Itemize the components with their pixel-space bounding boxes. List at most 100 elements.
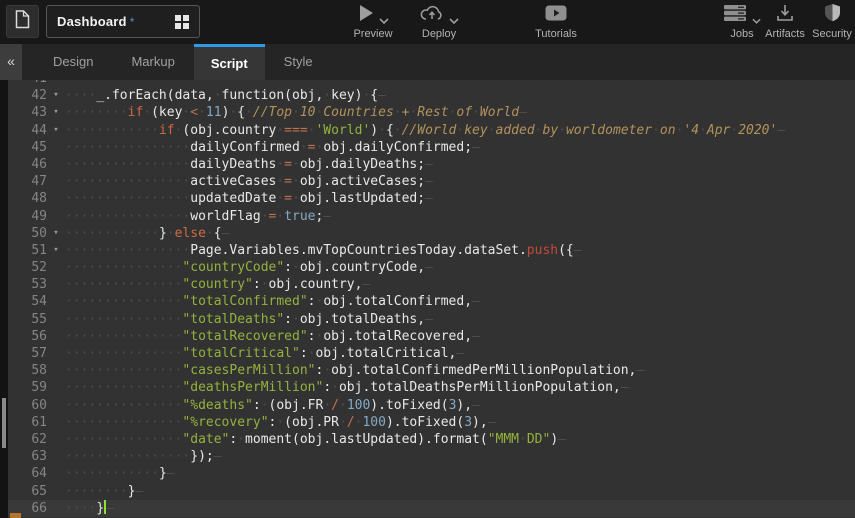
deploy-button[interactable]: Deploy	[408, 4, 470, 40]
chevron-down-icon[interactable]	[379, 11, 389, 29]
tab-script[interactable]: Script	[194, 44, 265, 80]
fold-gutter	[47, 156, 65, 173]
code-line[interactable]: 66····}–	[8, 500, 855, 517]
fold-gutter	[47, 465, 65, 482]
server-stack-icon	[723, 4, 747, 27]
code-line[interactable]: 42▾····_.forEach(data,·function(obj,·key…	[8, 87, 855, 104]
code-line[interactable]: 44▾············if·(obj.country·===·'Worl…	[8, 122, 855, 139]
code-text: ···············"deathsPerMillion":·obj.t…	[65, 379, 855, 396]
line-number: 61	[8, 414, 47, 431]
code-text: –	[65, 80, 855, 87]
code-line[interactable]: 52···············"countryCode":·obj.coun…	[8, 259, 855, 276]
code-line[interactable]: 54···············"totalConfirmed":·obj.t…	[8, 293, 855, 310]
line-number: 54	[8, 293, 47, 310]
jobs-button[interactable]: Jobs	[720, 4, 764, 40]
code-text: ················dailyConfirmed·=·obj.dai…	[65, 139, 855, 156]
document-icon	[15, 10, 30, 34]
top-toolbar: Dashboard * Preview Deploy	[0, 0, 855, 44]
fold-gutter	[47, 259, 65, 276]
tutorials-button[interactable]: Tutorials	[528, 4, 584, 40]
line-number: 42	[8, 87, 47, 104]
line-number: 48	[8, 190, 47, 207]
code-text: ············if·(obj.country·===·'World')…	[65, 122, 855, 139]
script-code-editor[interactable]: 41–42▾····_.forEach(data,·function(obj,·…	[0, 80, 855, 518]
tab-design[interactable]: Design	[34, 44, 112, 80]
line-number: 46	[8, 156, 47, 173]
line-number: 62	[8, 431, 47, 448]
code-text: ····_.forEach(data,·function(obj,·key)·{…	[65, 87, 855, 104]
code-line[interactable]: 65········}–	[8, 483, 855, 500]
grid-icon[interactable]	[175, 15, 189, 29]
fold-toggle-icon[interactable]: ▾	[47, 225, 65, 242]
tab-style[interactable]: Style	[265, 44, 332, 80]
fold-gutter	[47, 80, 65, 87]
line-number: 64	[8, 465, 47, 482]
fold-gutter	[47, 397, 65, 414]
code-text: ···············"totalCritical":·obj.tota…	[65, 345, 855, 362]
code-line[interactable]: 50▾············}·else·{–	[8, 225, 855, 242]
code-line[interactable]: 60···············"%deaths":·(obj.FR·/·10…	[8, 397, 855, 414]
code-text: ····}–	[65, 500, 855, 517]
line-number: 50	[8, 225, 47, 242]
line-number: 63	[8, 448, 47, 465]
code-line[interactable]: 49 ················worldFlag·=·true;–	[8, 208, 855, 225]
code-line[interactable]: 51▾················Page.Variables.mvTopC…	[8, 242, 855, 259]
line-number: 47	[8, 173, 47, 190]
fold-toggle-icon[interactable]: ▾	[47, 242, 65, 259]
fold-gutter	[47, 379, 65, 396]
fold-gutter	[47, 448, 65, 465]
code-line[interactable]: 57 ···············"totalCritical":·obj.to…	[8, 345, 855, 362]
code-text: ········if·(key·<·11)·{·//Top·10·Countri…	[65, 104, 855, 121]
code-text: ···············"country":·obj.country,–	[65, 276, 855, 293]
code-line[interactable]: 43▾········if·(key·<·11)·{·//Top·10·Coun…	[8, 104, 855, 121]
fold-toggle-icon[interactable]: ▾	[47, 122, 65, 139]
code-line[interactable]: 47················activeCases·=·obj.acti…	[8, 173, 855, 190]
line-number: 58	[8, 362, 47, 379]
left-scrollbar-thumb[interactable]	[2, 398, 6, 448]
code-text: ···············"totalRecovered":·obj.tot…	[65, 328, 855, 345]
code-text: ················worldFlag·=·true;–	[65, 208, 855, 225]
line-number: 56	[8, 328, 47, 345]
fold-toggle-icon[interactable]: ▾	[47, 87, 65, 104]
code-line[interactable]: 55···············"totalDeaths":·obj.tota…	[8, 311, 855, 328]
fold-gutter	[47, 483, 65, 500]
code-line[interactable]: 53···············"country":·obj.country,…	[8, 276, 855, 293]
code-line[interactable]: 62 ···············"date":·moment(obj.last…	[8, 431, 855, 448]
page-button[interactable]	[6, 5, 39, 38]
code-text: ········}–	[65, 483, 855, 500]
tab-markup[interactable]: Markup	[112, 44, 193, 80]
collapse-panel-button[interactable]: «	[0, 44, 22, 80]
line-number: 57	[8, 345, 47, 362]
preview-button[interactable]: Preview	[342, 4, 404, 40]
download-tray-icon	[776, 4, 794, 27]
line-number: 43	[8, 104, 47, 121]
code-line[interactable]: 63 ················});–	[8, 448, 855, 465]
page-selector[interactable]: Dashboard *	[46, 5, 200, 38]
mode-tabs: Design Markup Script Style	[34, 44, 332, 80]
code-text: ············}–	[65, 465, 855, 482]
code-line[interactable]: 48················updatedDate·=·obj.last…	[8, 190, 855, 207]
code-line[interactable]: 58 ···············"casesPerMillion":·obj.…	[8, 362, 855, 379]
security-button[interactable]: Security	[810, 4, 854, 40]
artifacts-button[interactable]: Artifacts	[760, 4, 810, 40]
code-text: ···············"date":·moment(obj.lastUp…	[65, 431, 855, 448]
code-line[interactable]: 64 ············}–	[8, 465, 855, 482]
code-text: ················dailyDeaths·=·obj.dailyD…	[65, 156, 855, 173]
code-text: ···············"%recovery":·(obj.PR·/·10…	[65, 414, 855, 431]
fold-gutter	[47, 139, 65, 156]
code-line[interactable]: 45················dailyConfirmed·=·obj.d…	[8, 139, 855, 156]
page-title: Dashboard	[57, 14, 127, 29]
fold-gutter	[47, 345, 65, 362]
code-text: ············}·else·{–	[65, 225, 855, 242]
code-line[interactable]: 46 ················dailyDeaths·=·obj.dail…	[8, 156, 855, 173]
code-line[interactable]: 56 ···············"totalRecovered":·obj.t…	[8, 328, 855, 345]
code-line[interactable]: 59···············"deathsPerMillion":·obj…	[8, 379, 855, 396]
chevron-down-icon[interactable]	[449, 11, 459, 29]
fold-toggle-icon[interactable]: ▾	[47, 104, 65, 121]
code-text: ················});–	[65, 448, 855, 465]
code-line[interactable]: 41–	[8, 80, 855, 87]
fold-gutter	[47, 431, 65, 448]
code-text: ···············"casesPerMillion":·obj.to…	[65, 362, 855, 379]
line-number: 49	[8, 208, 47, 225]
code-line[interactable]: 61 ···············"%recovery":·(obj.PR·/·…	[8, 414, 855, 431]
